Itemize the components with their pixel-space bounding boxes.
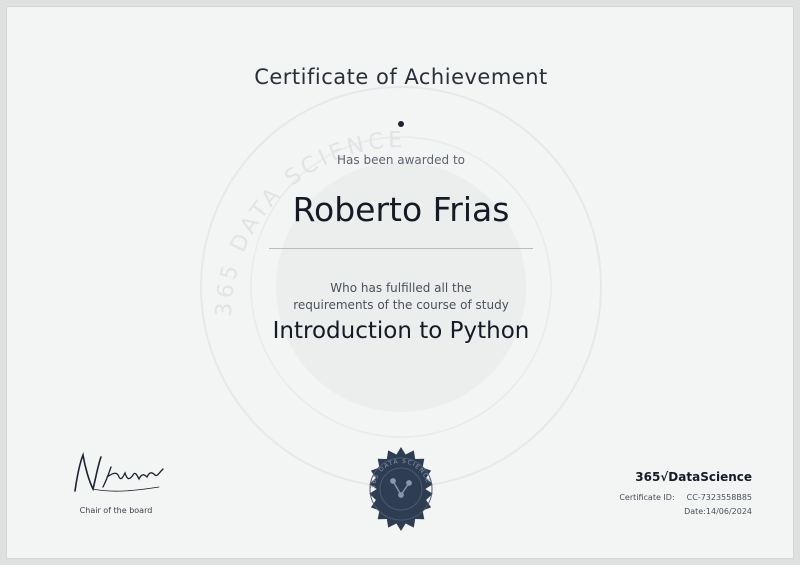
signature-role: Chair of the board xyxy=(79,506,153,515)
signature-graphic xyxy=(74,452,164,492)
certificate-frame: 365 DATA SCIENCE Certificate of Achievem… xyxy=(0,0,800,565)
fulfilled-line-1: Who has fulfilled all the xyxy=(330,281,472,295)
certificate-id-label: Certificate ID: xyxy=(619,493,675,502)
certificate-date-value: 14/06/2024 xyxy=(705,507,752,516)
certificate-title: Certificate of Achievement xyxy=(254,65,548,89)
certificate-paper: 365 DATA SCIENCE Certificate of Achievem… xyxy=(6,6,794,559)
title-divider-dot xyxy=(398,121,404,127)
course-name: Introduction to Python xyxy=(272,318,530,344)
certificate-date-label: Date: xyxy=(684,507,706,516)
certificate-id-value: CC-7323558B85 xyxy=(686,493,752,502)
brand-logo: 365√DataScience xyxy=(635,470,752,484)
fulfilled-line-2: requirements of the course of study xyxy=(293,298,509,312)
awarded-text: Has been awarded to xyxy=(337,153,465,167)
recipient-name: Roberto Frias xyxy=(292,190,510,229)
certificate-date: Date:14/06/2024 xyxy=(567,507,752,516)
certificate-id: Certificate ID: CC-7323558B85 xyxy=(567,493,752,502)
seal-badge: 365 DATA SCIENCE xyxy=(369,447,433,531)
fulfilled-text: Who has fulfilled all the requirements o… xyxy=(7,280,793,314)
name-underline xyxy=(269,248,533,249)
